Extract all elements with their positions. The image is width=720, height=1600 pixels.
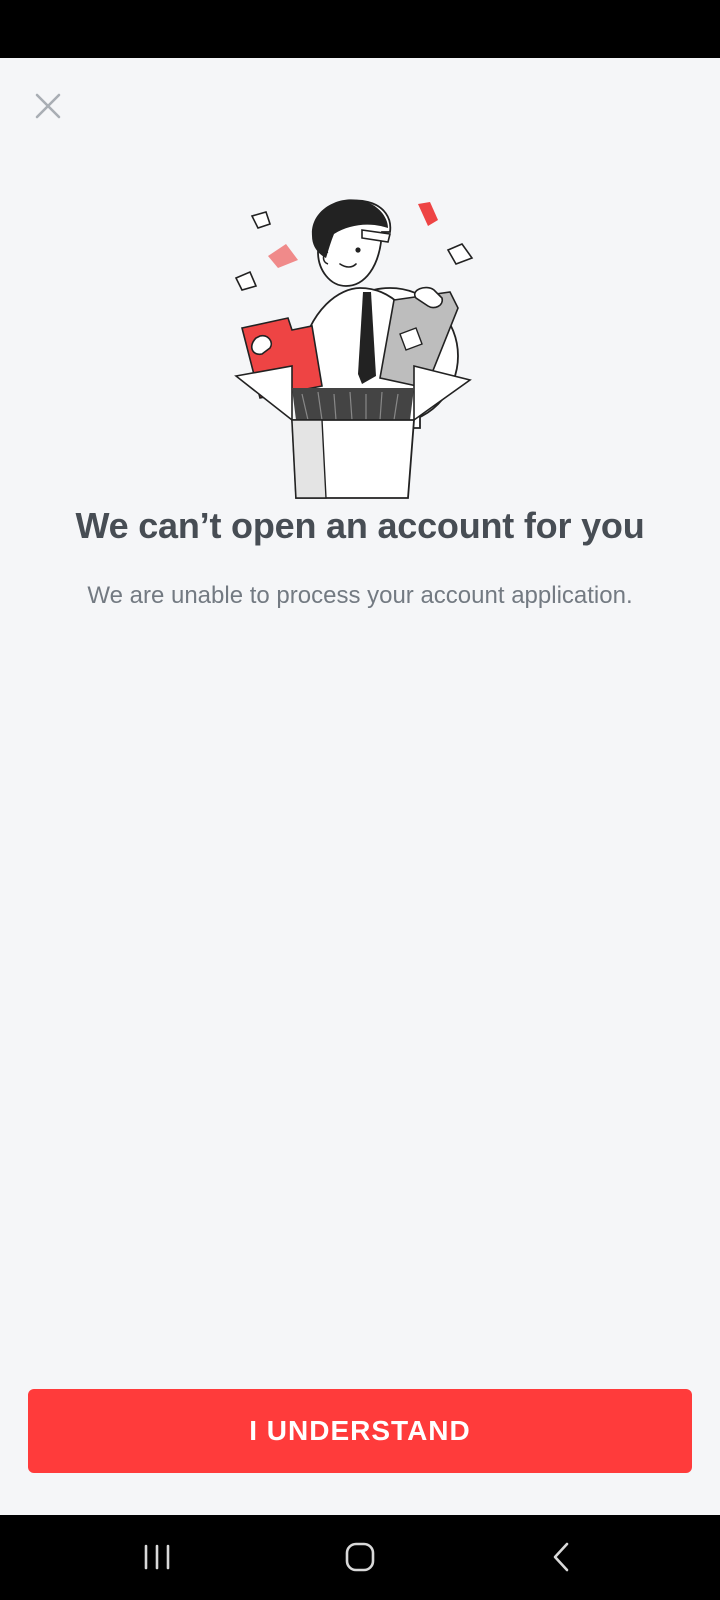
person-head [311,199,392,287]
home-icon [345,1542,375,1572]
status-bar [0,0,720,58]
page-subtitle: We are unable to process your account ap… [87,582,633,609]
recent-apps-button[interactable] [117,1525,197,1589]
recent-apps-icon [144,1544,170,1570]
close-icon [35,93,61,119]
system-navigation-bar [0,1515,720,1600]
close-button[interactable] [26,84,70,128]
home-button[interactable] [320,1525,400,1589]
back-button[interactable] [522,1525,602,1589]
error-screen: We can’t open an account for you We are … [0,58,720,1515]
person-in-box-illustration [234,199,474,499]
i-understand-button[interactable]: I UNDERSTAND [28,1389,692,1473]
page-title: We can’t open an account for you [75,505,645,546]
back-icon [553,1542,569,1572]
